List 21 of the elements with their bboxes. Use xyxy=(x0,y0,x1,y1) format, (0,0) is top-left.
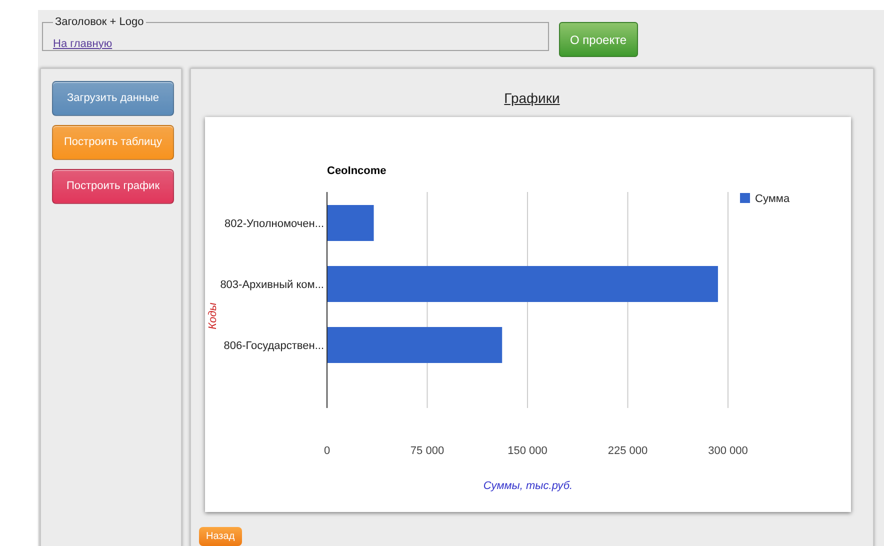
x-axis-title: Суммы, тыс.руб. xyxy=(483,480,573,492)
about-button[interactable]: О проекте xyxy=(559,22,638,57)
category-label: 803-Архивный ком... xyxy=(220,279,324,291)
back-button[interactable]: Назад xyxy=(199,527,242,546)
category-label: 806-Государствен... xyxy=(224,340,324,352)
sidebar-button[interactable]: Построить таблицу xyxy=(52,125,174,160)
sidebar-button[interactable]: Загрузить данные xyxy=(52,81,174,116)
chart-bar xyxy=(327,205,374,241)
axis-tick-label: 75 000 xyxy=(410,445,444,457)
y-axis-title: Коды xyxy=(207,302,219,330)
legend-label: Сумма xyxy=(755,193,790,205)
axis-tick-label: 150 000 xyxy=(508,445,548,457)
chart-title: CeoIncome xyxy=(327,165,386,177)
axis-tick-label: 0 xyxy=(324,445,330,457)
axis-tick-label: 300 000 xyxy=(708,445,748,457)
category-label: 802-Уполномочен... xyxy=(224,218,324,230)
sidebar-button[interactable]: Построить график xyxy=(52,169,174,204)
section-title: Графики xyxy=(504,90,560,106)
axis-tick-label: 225 000 xyxy=(608,445,648,457)
header-legend: Заголовок + Logo xyxy=(53,14,146,30)
home-link[interactable]: На главную xyxy=(53,38,112,50)
